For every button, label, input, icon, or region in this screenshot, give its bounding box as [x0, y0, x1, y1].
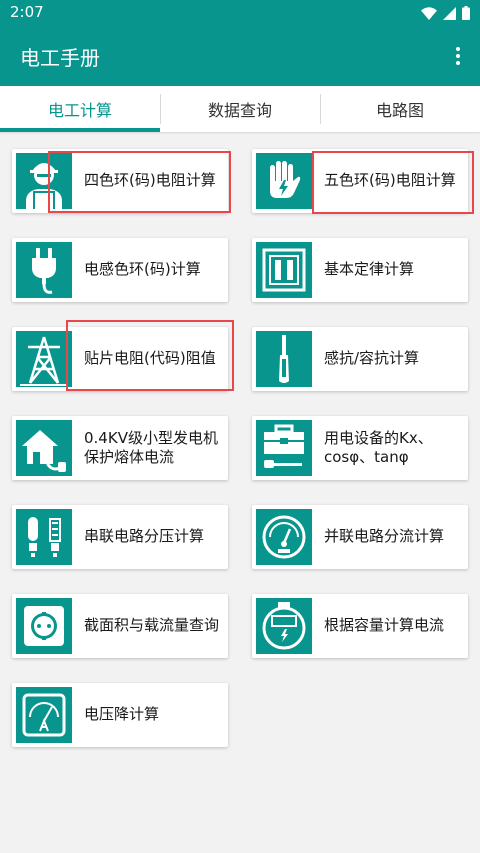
status-icons — [421, 5, 470, 21]
card-generator-fuse[interactable]: 0.4KV级小型发电机保护熔体电流 — [12, 416, 228, 480]
signal-icon — [443, 6, 456, 20]
meter-gauge-icon — [256, 509, 312, 565]
plug-icon — [16, 242, 72, 298]
card-voltage-drop[interactable]: 电压降计算 — [12, 683, 228, 747]
card-cross-section-ampacity[interactable]: 截面积与载流量查询 — [12, 594, 228, 658]
card-label: 电压降计算 — [84, 705, 160, 724]
app-title: 电工手册 — [20, 46, 100, 70]
card-label: 并联电路分流计算 — [324, 527, 445, 546]
socket-icon — [16, 598, 72, 654]
card-current-from-capacity[interactable]: 根据容量计算电流 — [252, 594, 468, 658]
card-label: 0.4KV级小型发电机保护熔体电流 — [84, 428, 218, 467]
card-label: 感抗/容抗计算 — [324, 349, 420, 368]
card-smd-resistor-code[interactable]: 贴片电阻(代码)阻值 — [12, 327, 228, 391]
card-label: 四色环(码)电阻计算 — [84, 171, 216, 190]
card-label: 根据容量计算电流 — [324, 616, 445, 635]
tab-circuit-diagram[interactable]: 电路图 — [320, 86, 480, 132]
card-label: 截面积与载流量查询 — [84, 616, 220, 635]
card-equipment-factors[interactable]: 用电设备的Kx、cosφ、tanφ — [252, 416, 468, 480]
tab-bar: 电工计算 数据查询 电路图 — [0, 86, 480, 132]
app-screen: 2:07 电工手册 电工计算 数据查询 电路图 四色环(码)电阻计算 五色环(码… — [0, 0, 480, 853]
status-bar: 2:07 — [0, 0, 480, 26]
card-inductor-color-code[interactable]: 电感色环(码)计算 — [12, 238, 228, 302]
status-time: 2:07 — [10, 3, 44, 21]
tab-electrical-calc[interactable]: 电工计算 — [0, 86, 160, 132]
hand-shock-icon — [256, 153, 312, 209]
wifi-icon — [421, 6, 437, 20]
card-label: 五色环(码)电阻计算 — [324, 171, 456, 190]
card-reactance[interactable]: 感抗/容抗计算 — [252, 327, 468, 391]
card-label: 用电设备的Kx、cosφ、tanφ — [324, 428, 433, 467]
circuit-breaker-icon — [256, 242, 312, 298]
screwdriver-icon — [256, 331, 312, 387]
card-label: 基本定律计算 — [324, 260, 415, 279]
worker-icon — [16, 153, 72, 209]
battery-icon — [462, 6, 470, 20]
card-label: 串联电路分压计算 — [84, 527, 205, 546]
tab-data-query[interactable]: 数据查询 — [160, 86, 320, 132]
app-bar: 电工手册 — [0, 26, 480, 86]
ammeter-icon — [16, 687, 72, 743]
more-vert-icon[interactable] — [450, 42, 466, 70]
card-parallel-current-divider[interactable]: 并联电路分流计算 — [252, 505, 468, 569]
toolbox-icon — [256, 420, 312, 476]
card-label: 贴片电阻(代码)阻值 — [84, 349, 216, 368]
electric-meter-icon — [256, 598, 312, 654]
card-label: 电感色环(码)计算 — [84, 260, 201, 279]
card-four-band-resistor[interactable]: 四色环(码)电阻计算 — [12, 149, 228, 213]
card-basic-laws[interactable]: 基本定律计算 — [252, 238, 468, 302]
card-five-band-resistor[interactable]: 五色环(码)电阻计算 — [252, 149, 468, 213]
card-series-voltage-divider[interactable]: 串联电路分压计算 — [12, 505, 228, 569]
house-plug-icon — [16, 420, 72, 476]
bulbs-icon — [16, 509, 72, 565]
power-tower-icon — [16, 331, 72, 387]
